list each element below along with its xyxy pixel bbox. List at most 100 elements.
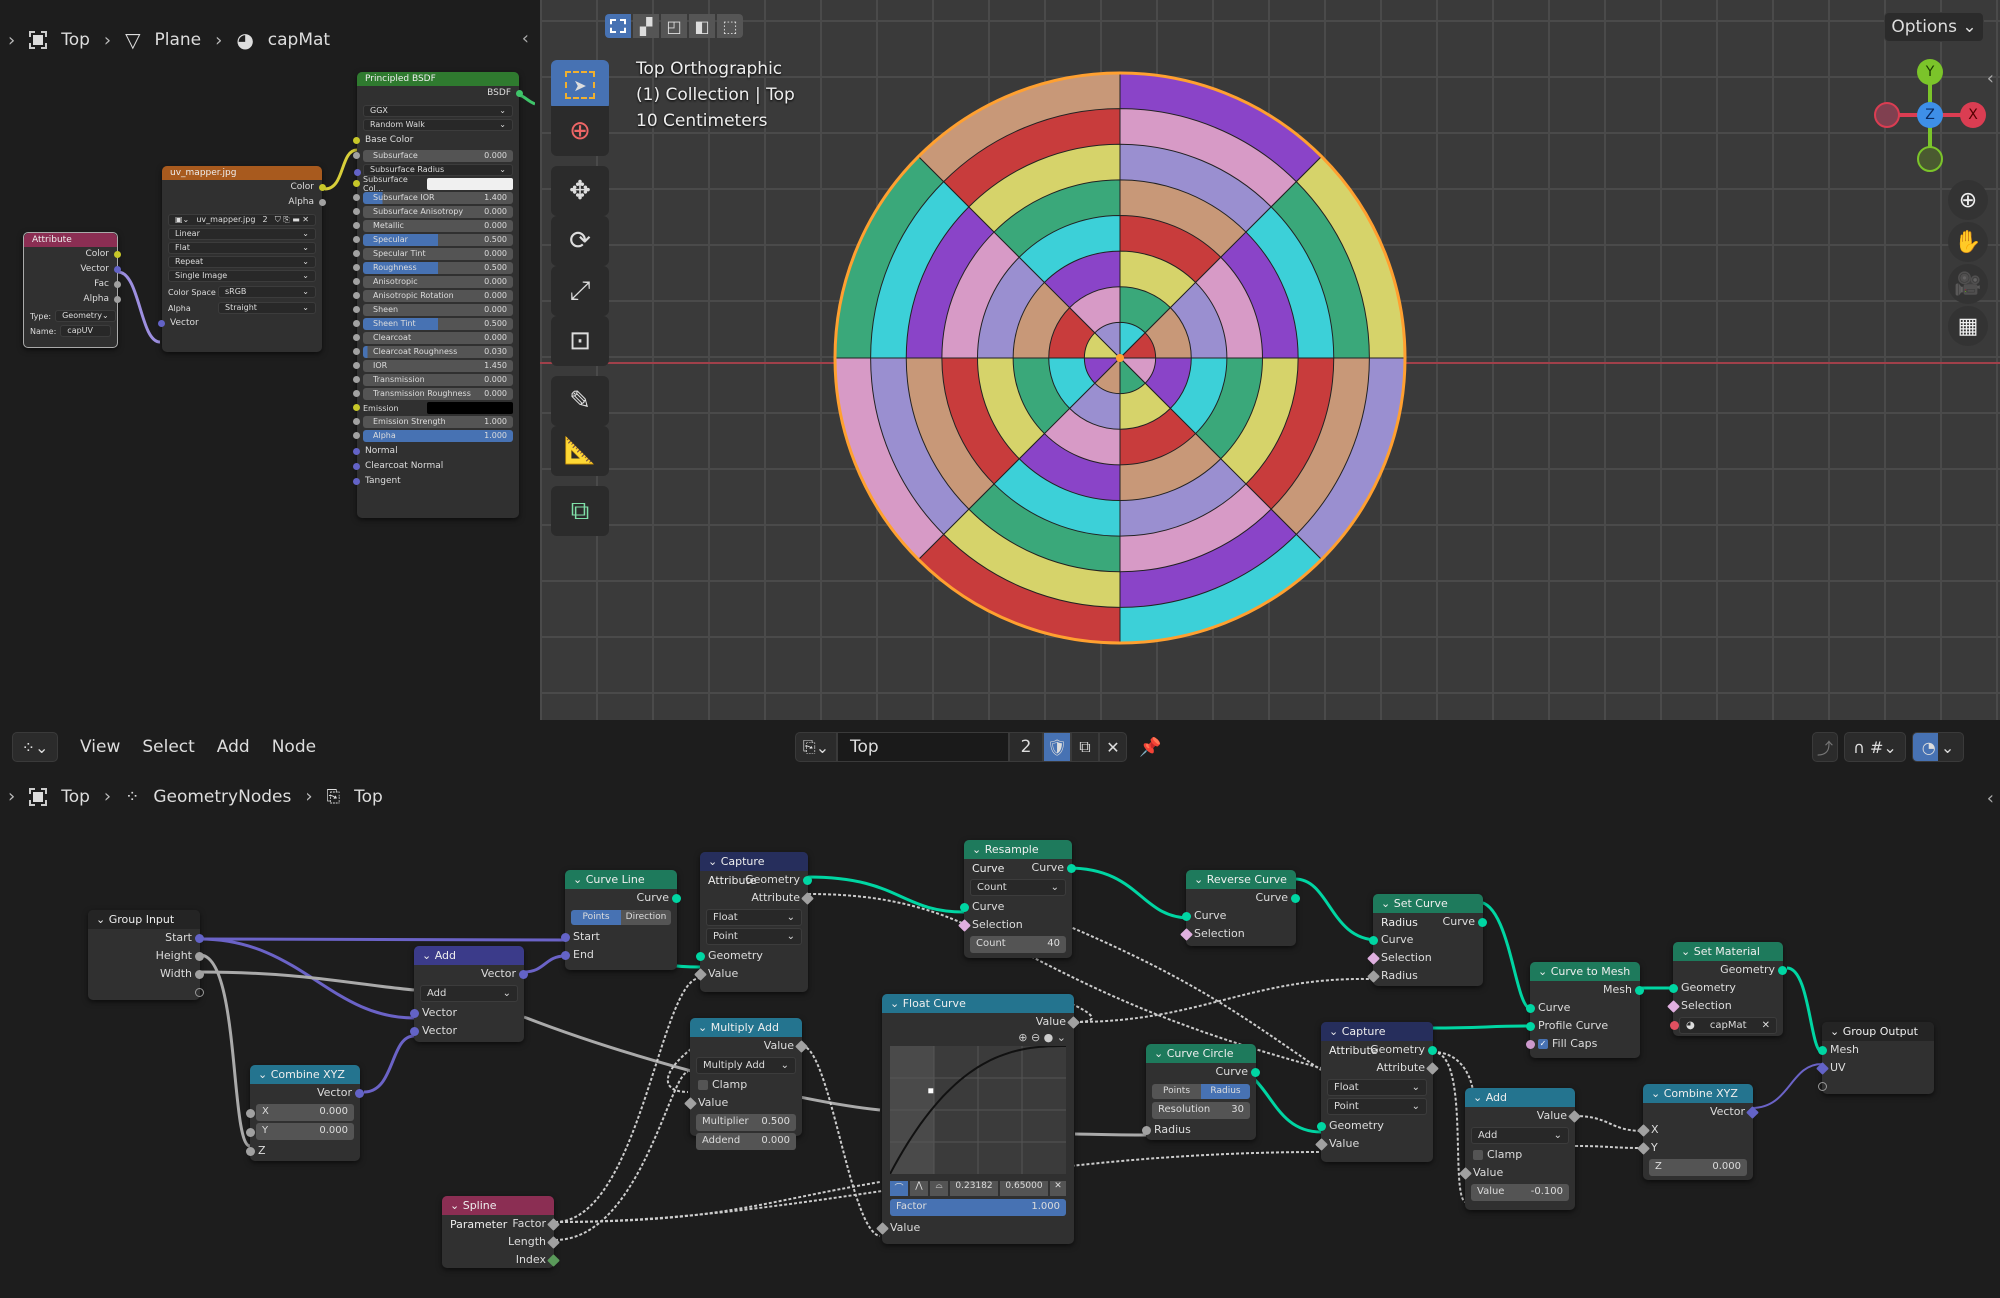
roughness-field[interactable]: Roughness 0.500: [353, 262, 513, 274]
mode-points[interactable]: Points: [1152, 1084, 1201, 1099]
select-intersect-icon[interactable]: ⬚: [717, 14, 743, 38]
scale-tool[interactable]: ⤢: [551, 266, 609, 316]
math-add-node[interactable]: ⌄ Add Value Add ⌄ Clamp Value Value -0.100: [1459, 1088, 1581, 1210]
operation-select[interactable]: Add ⌄: [1471, 1127, 1569, 1144]
data-type-select[interactable]: Float ⌄: [706, 909, 802, 926]
vector-handle-icon[interactable]: ⋀: [910, 1181, 928, 1196]
interpolation-select[interactable]: Linear ⌄: [168, 228, 316, 240]
z-field[interactable]: Z 0.000: [1649, 1159, 1747, 1176]
domain-select[interactable]: Point ⌄: [1327, 1098, 1427, 1115]
material-selector[interactable]: ◕ capMat ✕: [1670, 1017, 1777, 1034]
subsurface-ior-field[interactable]: Subsurface IOR 1.400: [353, 192, 513, 204]
mode-radius[interactable]: Radius: [1201, 1084, 1250, 1099]
extension-select[interactable]: Repeat ⌄: [168, 256, 316, 268]
gizmo-y-axis[interactable]: Y: [1917, 59, 1943, 85]
name-input[interactable]: capUV: [60, 325, 111, 337]
gizmo-x-axis[interactable]: X: [1960, 102, 1986, 128]
set-curve-radius-node[interactable]: ⌄ Set Curve Radius Curve Curve Selection…: [1367, 894, 1487, 986]
cursor-tool[interactable]: ⊕: [551, 106, 609, 156]
specular-tint-field[interactable]: Specular Tint 0.000: [353, 248, 513, 260]
options-dropdown[interactable]: Options ⌄: [1884, 12, 1984, 42]
chevron-down-icon[interactable]: ⌄: [1057, 1031, 1066, 1044]
curve-to-mesh-node[interactable]: ⌄ Curve to Mesh Mesh Curve Profile Curve…: [1526, 962, 1644, 1058]
select-invert-icon[interactable]: ◧: [689, 14, 715, 38]
metallic-field[interactable]: Metallic 0.000: [353, 220, 513, 232]
mode-select[interactable]: Count ⌄: [970, 879, 1066, 896]
editor-type-button[interactable]: ⁘ ⌄: [12, 732, 58, 762]
sheen-tint-field[interactable]: Sheen Tint 0.500: [353, 318, 513, 330]
ortho-toggle-button[interactable]: ▦: [1948, 306, 1988, 346]
browse-node-tree-button[interactable]: ⎘ ⌄: [795, 732, 837, 762]
move-tool[interactable]: ✥: [551, 166, 609, 216]
type-select[interactable]: Geometry ⌄: [55, 310, 116, 322]
shader-editor[interactable]: › Top › ▽ Plane › ◕ capMat ‹ Attribute C…: [0, 0, 535, 720]
emission-strength-field[interactable]: Emission Strength 1.000: [353, 416, 513, 428]
pan-view-button[interactable]: ✋: [1948, 222, 1988, 262]
source-select[interactable]: Single Image ⌄: [168, 270, 316, 282]
expand-icon[interactable]: ›: [8, 786, 15, 807]
cap-mesh-object[interactable]: [830, 60, 1410, 650]
subsurface-method-select[interactable]: Random Walk ⌄: [363, 119, 513, 131]
x-field[interactable]: X 0.000: [246, 1104, 354, 1121]
menu-select[interactable]: Select: [142, 737, 194, 757]
rotate-tool[interactable]: ⟳: [551, 216, 609, 266]
users-count[interactable]: 2: [1009, 732, 1043, 762]
reverse-curve-node[interactable]: ⌄ Reverse Curve Curve Curve Selection: [1180, 870, 1300, 946]
multiply-add-node[interactable]: ⌄ Multiply Add Value Multiply Add ⌄ Clamp…: [684, 1018, 808, 1150]
curve-graph[interactable]: [889, 1045, 1066, 1175]
operation-select[interactable]: Add ⌄: [420, 985, 518, 1002]
transmission-roughness-field[interactable]: Transmission Roughness 0.000: [353, 388, 513, 400]
overlays-toggle[interactable]: ◔ ⌄: [1912, 732, 1964, 762]
fake-user-button[interactable]: 🛡: [1043, 732, 1071, 762]
navigation-gizmo[interactable]: Y Z X: [1870, 55, 1990, 175]
specular-field[interactable]: Specular 0.500: [353, 234, 513, 246]
set-material-node[interactable]: ⌄ Set Material Geometry Geometry Selecti…: [1667, 942, 1787, 1036]
parent-node-tree-button[interactable]: ⤴: [1812, 732, 1838, 762]
geometry-node-editor[interactable]: ⁘ ⌄ View Select Add Node ⎘ ⌄ Top 2 🛡 ⧉ ✕ 📌…: [0, 722, 2000, 1298]
node-header[interactable]: ⌄ Group Input: [88, 910, 200, 929]
point-icon[interactable]: ●: [1044, 1031, 1054, 1044]
principled-bsdf-node[interactable]: Principled BSDF BSDF GGX ⌄ Random Walk ⌄ B…: [353, 72, 523, 518]
collapse-sidebar-icon[interactable]: ‹: [1987, 788, 1994, 809]
alpha-select[interactable]: Straight ⌄: [218, 302, 316, 314]
capture-attribute-node-2[interactable]: ⌄ Capture Attribute Geometry Attribute F…: [1315, 1022, 1439, 1162]
resolution-field[interactable]: Resolution 30: [1152, 1102, 1250, 1119]
fill-caps-checkbox[interactable]: ✓ Fill Caps: [1526, 1035, 1640, 1053]
measure-tool[interactable]: 📐: [551, 426, 609, 476]
gizmo-neg-y[interactable]: [1917, 146, 1943, 172]
zoom-view-button[interactable]: ⊕: [1948, 180, 1988, 220]
delete-point-icon[interactable]: ✕: [1050, 1181, 1066, 1196]
spline-parameter-node[interactable]: ⌄ Spline Parameter Factor Length Index: [442, 1196, 560, 1268]
emission-color[interactable]: Emission: [353, 402, 513, 414]
camera-view-button[interactable]: 🎥: [1948, 264, 1988, 304]
select-box-tool[interactable]: ➤: [551, 60, 609, 110]
menu-node[interactable]: Node: [272, 737, 316, 757]
point-y-field[interactable]: 0.65000: [1000, 1181, 1048, 1196]
y-field[interactable]: Y 0.000: [246, 1123, 354, 1140]
count-field[interactable]: Count 40: [970, 936, 1066, 953]
transform-tool[interactable]: ⊡: [551, 316, 609, 366]
combine-xyz-node-2[interactable]: ⌄ Combine XYZ Vector X Y Z 0.000: [1637, 1084, 1759, 1180]
ior-field[interactable]: IOR 1.450: [353, 360, 513, 372]
collapse-sidebar-icon[interactable]: ‹: [1987, 68, 1994, 89]
float-curve-node[interactable]: ⌄ Float Curve Value ⊕ ⊖ ● ⌄ ⌒ ⋀ ⌓ 0.2318…: [876, 994, 1080, 1244]
add-cube-tool[interactable]: ⧉: [551, 486, 609, 536]
subsurface-col-color[interactable]: Subsurface Col...: [353, 175, 513, 193]
auto-handle-icon[interactable]: ⌒: [890, 1181, 908, 1196]
anisotropic-field[interactable]: Anisotropic 0.000: [353, 276, 513, 288]
sheen-field[interactable]: Sheen 0.000: [353, 304, 513, 316]
image-selector[interactable]: ▣⌄ uv_mapper.jpg 2 ⛉ ⎘ ▬ ✕: [168, 214, 316, 226]
point-x-field[interactable]: 0.23182: [950, 1181, 998, 1196]
menu-add[interactable]: Add: [217, 737, 250, 757]
subsurface-anisotropy-field[interactable]: Subsurface Anisotropy 0.000: [353, 206, 513, 218]
collapse-sidebar-icon[interactable]: ‹: [522, 28, 529, 49]
curve-circle-node[interactable]: ⌄ Curve Circle Curve Points Radius Resol…: [1142, 1044, 1260, 1140]
multiplier-field[interactable]: Multiplier 0.500: [696, 1114, 796, 1131]
operation-select[interactable]: Multiply Add ⌄: [696, 1057, 796, 1074]
vector-add-node[interactable]: ⌄ Add Vector Add ⌄ Vector Vector: [410, 946, 528, 1042]
auto-clamped-icon[interactable]: ⌓: [930, 1181, 948, 1196]
clamp-checkbox[interactable]: Clamp: [690, 1076, 802, 1094]
expand-icon[interactable]: ›: [8, 30, 15, 51]
clamp-checkbox[interactable]: Clamp: [1465, 1146, 1575, 1164]
combine-xyz-node[interactable]: ⌄ Combine XYZ Vector X 0.000 Y 0.000 Z: [246, 1065, 364, 1161]
